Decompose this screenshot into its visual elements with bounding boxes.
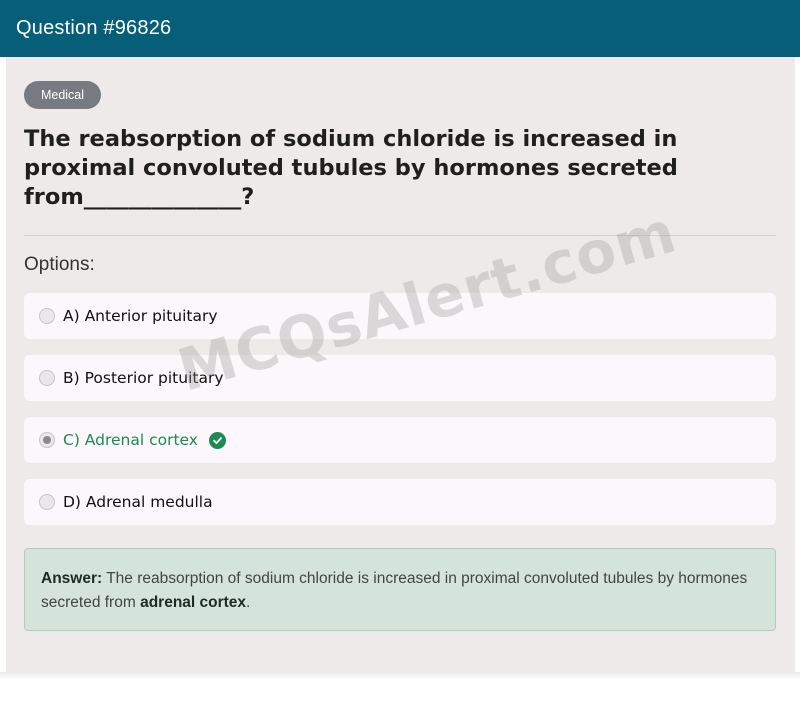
question-text: The reabsorption of sodium chloride is i… <box>24 126 678 210</box>
option-b[interactable]: B) Posterior pituitary <box>24 355 776 401</box>
divider <box>24 235 776 236</box>
option-d[interactable]: D) Adrenal medulla <box>24 479 776 525</box>
answer-prefix: Answer: <box>41 570 103 587</box>
option-label: C) Adrenal cortex <box>63 431 198 449</box>
options-heading: Options: <box>24 254 95 275</box>
option-a[interactable]: A) Anterior pituitary <box>24 293 776 339</box>
radio-button[interactable] <box>39 370 55 386</box>
radio-button[interactable] <box>39 494 55 510</box>
page-header: Question #96826 <box>0 0 800 57</box>
card-bottom-edge <box>0 672 800 680</box>
question-id-title: Question #96826 <box>16 17 172 39</box>
answer-suffix: . <box>246 594 251 611</box>
category-badge[interactable]: Medical <box>24 81 101 109</box>
option-c[interactable]: C) Adrenal cortex <box>24 417 776 463</box>
option-label: D) Adrenal medulla <box>63 493 213 511</box>
answer-box: Answer: The reabsorption of sodium chlor… <box>24 548 776 631</box>
answer-highlight: adrenal cortex <box>140 594 247 611</box>
option-label: B) Posterior pituitary <box>63 369 224 387</box>
option-label: A) Anterior pituitary <box>63 307 218 325</box>
radio-button[interactable] <box>39 308 55 324</box>
check-circle-icon <box>208 431 226 449</box>
radio-button-selected[interactable] <box>39 432 55 448</box>
